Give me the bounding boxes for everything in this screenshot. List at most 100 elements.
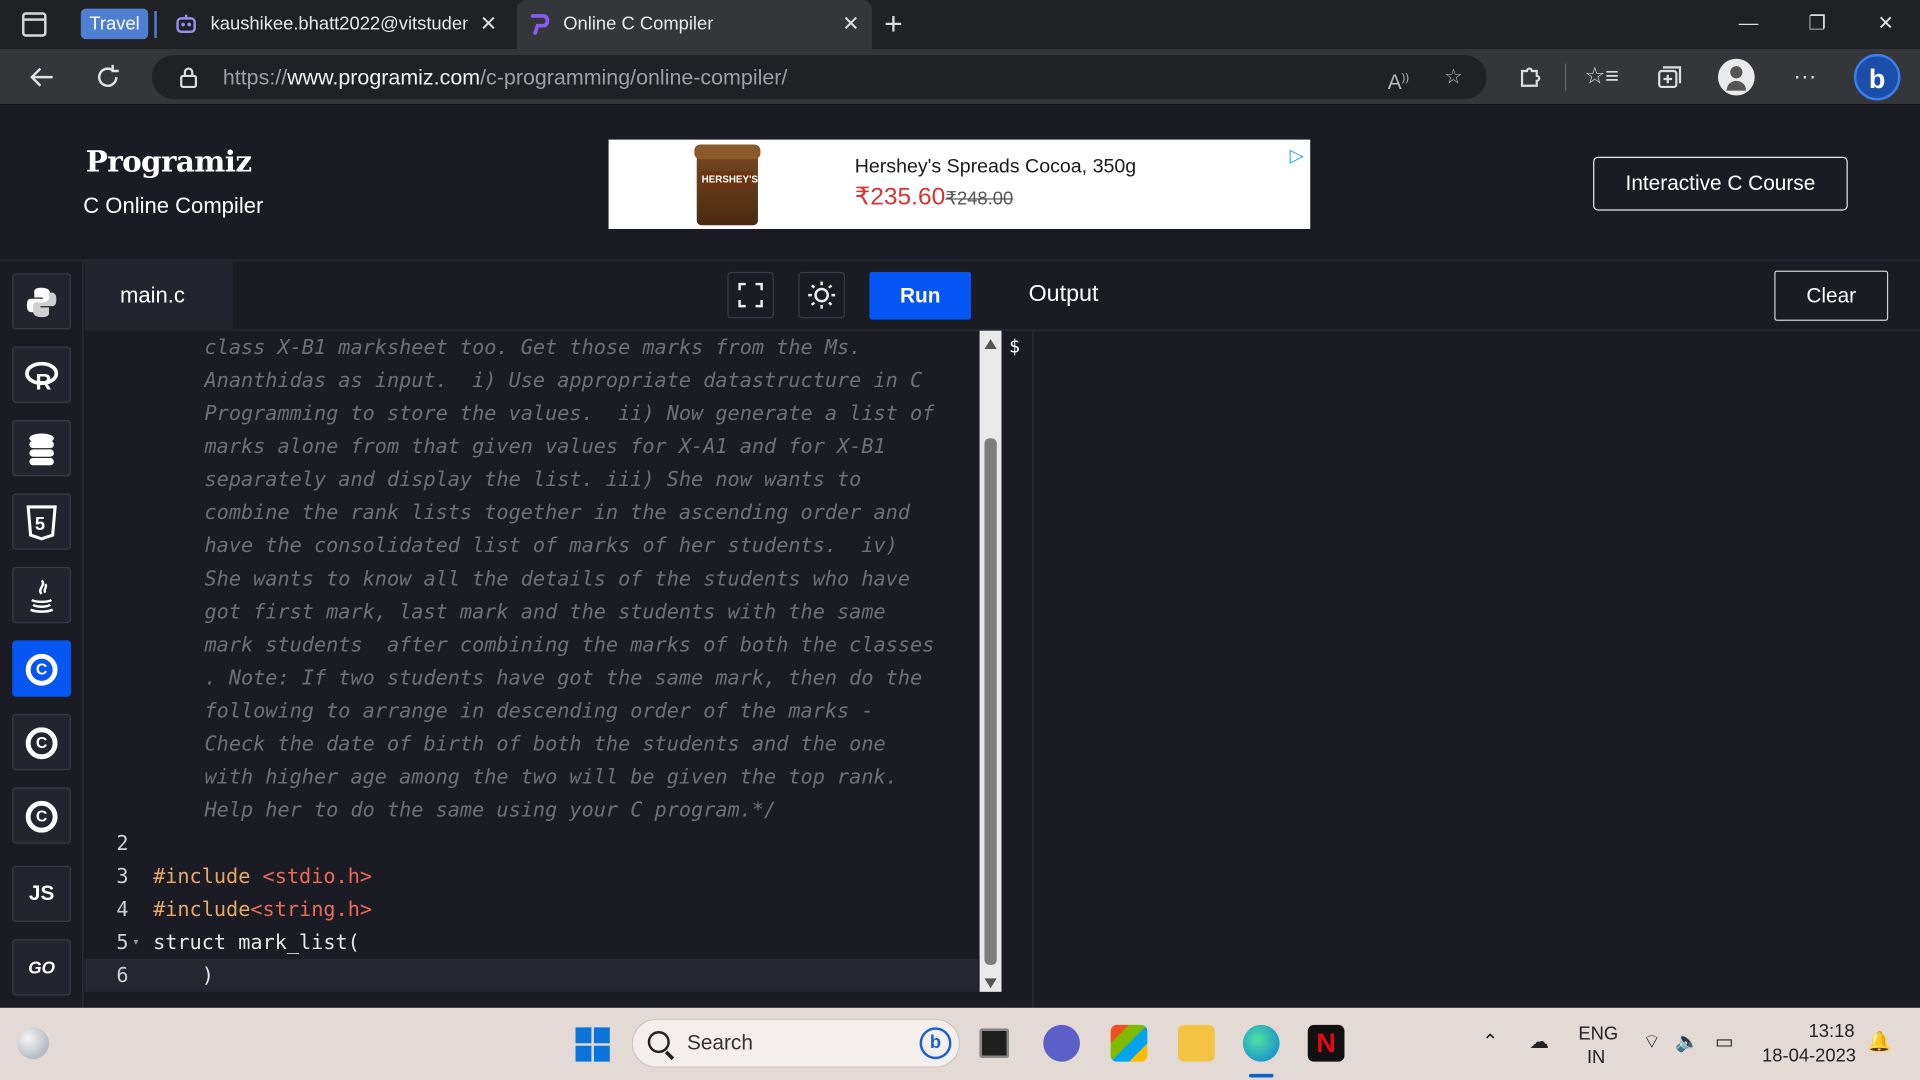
url-bar[interactable]: https://www.programiz.com/c-programming/… [151, 55, 1487, 100]
bing-chat-icon[interactable]: b [1853, 53, 1901, 101]
advertisement-banner[interactable]: HERSHEY'S Hershey's Spreads Cocoa, 350g … [608, 139, 1311, 229]
search-icon [647, 1031, 670, 1054]
add-favorite-icon[interactable]: ☆ [1439, 62, 1468, 91]
url-text[interactable]: https://www.programiz.com/c-programming/… [223, 55, 787, 99]
edge-browser-icon[interactable] [1242, 1024, 1280, 1062]
line-number: 5 [116, 930, 129, 954]
notifications-icon[interactable]: 🔔 [1866, 1030, 1893, 1057]
window-close-button[interactable]: ✕ [1851, 0, 1920, 49]
javascript-icon[interactable]: JS [12, 865, 72, 923]
taskbar-search-box[interactable]: Search b [631, 1018, 961, 1068]
microsoft-store-icon[interactable] [1110, 1024, 1148, 1062]
scroll-up-arrow-icon[interactable] [984, 339, 997, 349]
task-view-icon[interactable] [975, 1024, 1013, 1062]
show-hidden-icons-chevron-icon[interactable]: ⌃ [1477, 1030, 1504, 1057]
teams-chat-icon[interactable] [1043, 1024, 1081, 1062]
theme-toggle-sun-icon[interactable] [798, 271, 845, 319]
new-tab-button[interactable]: + [884, 2, 903, 44]
maximize-button[interactable]: ❐ [1783, 0, 1852, 49]
clock-date[interactable]: 18-04-2023 [1762, 1046, 1856, 1067]
tab-actions-icon[interactable] [22, 12, 47, 37]
read-aloud-icon[interactable]: A)) [1384, 62, 1413, 94]
code-line[interactable]: 5 ▾ struct mark_list( [84, 926, 978, 959]
comment-line[interactable]: Help her to do the same using your C pro… [84, 793, 978, 826]
extensions-icon[interactable] [1511, 59, 1548, 96]
tab-online-compiler[interactable]: Online C Compiler ✕ [516, 0, 872, 49]
ad-choices-icon[interactable]: ▷ [1286, 144, 1308, 167]
scroll-thumb[interactable] [984, 438, 997, 965]
scroll-down-arrow-icon[interactable] [984, 978, 997, 989]
editor-scrollbar[interactable] [979, 330, 1002, 992]
battery-icon[interactable]: ▭ [1711, 1030, 1738, 1057]
fullscreen-icon[interactable] [727, 271, 774, 319]
comment-line[interactable]: separately and display the list. iii) Sh… [84, 463, 978, 496]
profile-avatar[interactable] [1717, 58, 1755, 96]
comment-line[interactable]: following to arrange in descending order… [84, 694, 978, 727]
bing-search-icon[interactable]: b [919, 1027, 952, 1060]
code-editor[interactable]: class X-B1 marksheet too. Get those mark… [84, 330, 1002, 1008]
output-terminal[interactable]: $ [1001, 330, 1920, 1008]
line-number: 4 [116, 897, 129, 921]
code-line[interactable]: 3 #include <stdio.h> [84, 860, 978, 893]
csharp-icon[interactable]: C [12, 787, 72, 844]
code-line[interactable]: 4 #include<string.h> [84, 893, 978, 926]
c-language-icon[interactable]: C [12, 640, 72, 697]
code-token: struct mark_list( [153, 930, 360, 954]
fold-arrow-icon[interactable]: ▾ [132, 926, 139, 959]
code-line[interactable]: 2 [84, 827, 978, 860]
python-icon[interactable] [12, 273, 72, 330]
tab-email[interactable]: kaushikee.bhatt2022@vitstudent.ac.in ✕ [164, 0, 509, 49]
comment-line[interactable]: have the consolidated list of marks of h… [84, 529, 978, 562]
windows-start-icon[interactable] [575, 1027, 610, 1062]
minimize-button[interactable]: — [1714, 0, 1783, 49]
comment-text: combine the rank lists together in the a… [204, 500, 911, 525]
back-arrow-icon[interactable] [23, 59, 60, 96]
comment-line[interactable]: . Note: If two students have got the sam… [84, 661, 978, 694]
line-number: 6 [116, 963, 129, 987]
programiz-logo[interactable]: Programiz [86, 143, 252, 179]
input-language[interactable]: ENG [1578, 1024, 1618, 1045]
clock-time[interactable]: 13:18 [1809, 1021, 1855, 1042]
comment-line[interactable]: Check the date of birth of both the stud… [84, 727, 978, 760]
interactive-course-button[interactable]: Interactive C Course [1593, 156, 1848, 211]
wifi-icon[interactable]: ⌔ [1638, 1030, 1665, 1057]
comment-line[interactable]: She wants to know all the details of the… [84, 562, 978, 595]
java-icon[interactable] [12, 566, 72, 624]
cpp-icon[interactable]: C [12, 713, 72, 771]
ad-price: ₹235.60 [854, 183, 946, 211]
clear-button[interactable]: Clear [1774, 270, 1889, 321]
netflix-icon[interactable]: N [1307, 1024, 1345, 1062]
close-icon[interactable]: ✕ [842, 0, 859, 49]
more-options-icon[interactable]: ··· [1787, 59, 1824, 96]
comment-line[interactable]: Programming to store the values. ii) Now… [84, 397, 978, 430]
comment-line[interactable]: combine the rank lists together in the a… [84, 496, 978, 529]
comment-line[interactable]: marks alone from that given values for X… [84, 430, 978, 463]
page-title: C Online Compiler [83, 193, 264, 218]
database-icon[interactable] [12, 420, 72, 477]
file-explorer-icon[interactable] [1177, 1024, 1215, 1062]
collections-icon[interactable] [1649, 59, 1686, 96]
code-line[interactable]: 6 ) [84, 958, 979, 992]
lock-icon[interactable] [179, 66, 199, 89]
onedrive-cloud-icon[interactable]: ☁ [1526, 1030, 1553, 1057]
run-button[interactable]: Run [869, 271, 972, 320]
weather-icon[interactable] [17, 1027, 49, 1060]
r-language-icon[interactable]: R [12, 346, 72, 403]
comment-line[interactable]: mark students after combining the marks … [84, 628, 978, 661]
input-region[interactable]: IN [1587, 1047, 1605, 1068]
comment-line[interactable]: got first mark, last mark and the studen… [84, 595, 978, 628]
favorites-icon[interactable]: ☆≡ [1583, 59, 1620, 96]
comment-line[interactable]: class X-B1 marksheet too. Get those mark… [84, 331, 978, 364]
close-icon[interactable]: ✕ [480, 0, 497, 49]
comment-line[interactable]: with higher age among the two will be gi… [84, 760, 978, 793]
html5-icon[interactable]: 5 [12, 493, 72, 550]
volume-icon[interactable]: 🔈 [1674, 1030, 1701, 1057]
go-icon[interactable]: GO [12, 939, 72, 996]
site-header: Programiz C Online Compiler HERSHEY'S He… [0, 106, 1920, 261]
tab-group-chip[interactable]: Travel [80, 8, 149, 40]
file-tab-main-c[interactable]: main.c [84, 260, 233, 331]
editor-toolbar: main.c Run [84, 260, 1002, 331]
comment-line[interactable]: Ananthidas as input. i) Use appropriate … [84, 364, 978, 397]
refresh-icon[interactable] [89, 59, 126, 96]
comment-text: . Note: If two students have got the sam… [204, 666, 923, 690]
